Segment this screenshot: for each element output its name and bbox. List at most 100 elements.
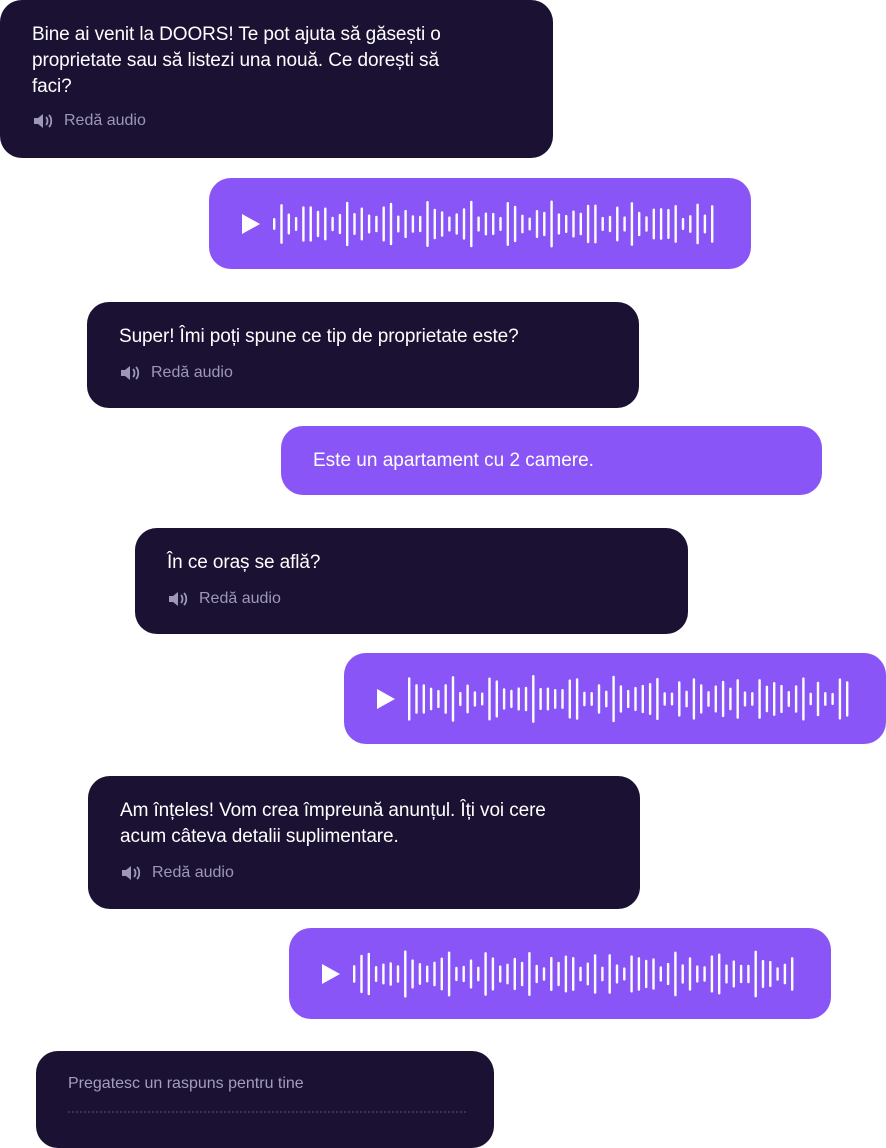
waveform-bar [623, 966, 626, 981]
waveform-bar [535, 964, 538, 983]
waveform-bar [411, 958, 414, 989]
waveform-bar [517, 686, 520, 711]
waveform-bar [546, 686, 550, 711]
voice-message[interactable] [344, 653, 886, 744]
waveform-bar [634, 686, 637, 711]
waveform-bar [338, 213, 342, 234]
waveform-bar [678, 680, 681, 717]
play-audio-link[interactable]: Redă audio [32, 112, 521, 130]
audio-label: Redă audio [152, 864, 234, 881]
waveform-bar [689, 214, 692, 233]
waveform-bar [597, 683, 601, 714]
waveform-bar [802, 676, 805, 721]
waveform-bar [550, 200, 553, 247]
play-icon[interactable] [374, 688, 396, 710]
waveform-bar [528, 216, 531, 231]
waveform-bar [510, 689, 513, 708]
waveform-bar [794, 684, 798, 713]
waveform-bar [543, 211, 546, 236]
waveform-bar [481, 691, 484, 706]
waveform-bar [688, 956, 692, 991]
waveform-bar [488, 676, 491, 721]
waveform-bar [316, 210, 320, 237]
waveform-bar [824, 691, 827, 706]
waveform-bar [656, 677, 659, 720]
bot-message: În ce oraș se află? Redă audio [135, 528, 688, 634]
typing-dots [68, 1111, 466, 1113]
waveform-bar [765, 685, 769, 712]
waveform-bar [448, 215, 451, 232]
play-audio-link[interactable]: Redă audio [120, 864, 608, 882]
waveform-bar [404, 209, 407, 238]
waveform-bar [780, 684, 783, 713]
waveform-bar [469, 958, 473, 989]
waveform-bar [360, 206, 363, 241]
waveform-bar [542, 966, 546, 981]
waveform-bar [429, 687, 433, 710]
waveform-bar [846, 680, 849, 717]
waveform-bar [502, 687, 506, 710]
waveform-bar [396, 964, 400, 983]
waveform-bar [616, 206, 619, 241]
waveform-bar [751, 691, 754, 706]
waveform-bar [579, 212, 582, 235]
waveform-bar [462, 207, 466, 240]
waveform-bar [758, 678, 761, 719]
waveform-bar [743, 690, 747, 707]
audio-label: Redă audio [199, 590, 281, 607]
typing-indicator: Pregatesc un raspuns pentru tine [36, 1051, 494, 1148]
waveform-bar [554, 688, 557, 709]
waveform-bar [732, 959, 735, 988]
waveform-bar [710, 954, 714, 993]
waveform-bar [470, 200, 473, 247]
message-text: În ce oraș se află? [167, 552, 321, 573]
waveform-bar [645, 215, 648, 232]
waveform-bar [367, 952, 370, 995]
waveform-bar [700, 683, 703, 714]
play-icon[interactable] [319, 963, 341, 985]
waveform-bar [648, 682, 652, 715]
waveform-bar [550, 956, 553, 991]
waveform-bar [674, 204, 677, 243]
voice-message[interactable] [289, 928, 831, 1019]
waveform-bar [667, 208, 670, 239]
waveform-bar [601, 216, 604, 231]
waveform-bar [575, 677, 579, 720]
play-icon[interactable] [239, 213, 261, 235]
waveform-bar [506, 201, 509, 246]
waveform-bar [666, 962, 670, 985]
waveform-bar [659, 207, 663, 240]
waveform-bar [437, 689, 440, 708]
waveform-bar [535, 209, 539, 238]
waveform-bar [583, 691, 586, 706]
message-text: Super! Îmi poți spune ce tip de propriet… [119, 326, 519, 347]
play-audio-link[interactable]: Redă audio [119, 364, 607, 382]
waveform-bar [608, 953, 611, 994]
waveform-bar [579, 966, 582, 981]
audio-label: Redă audio [64, 112, 146, 129]
waveform-bar [838, 677, 842, 720]
waveform-bar [627, 689, 630, 708]
waveform-bar [761, 959, 765, 988]
waveform-bar [433, 208, 436, 239]
waveform-bar [422, 683, 425, 714]
waveform-bar [532, 674, 535, 723]
bot-message: Am înțeles! Vom crea împreună anunțul. Î… [88, 776, 640, 909]
waveform [353, 949, 794, 998]
waveform-bar [411, 214, 415, 233]
waveform-bar [601, 966, 604, 981]
waveform-bar [513, 205, 517, 242]
play-audio-link[interactable]: Redă audio [167, 590, 656, 608]
waveform-bar [736, 678, 739, 719]
waveform-bar [630, 954, 633, 993]
waveform-bar [747, 964, 750, 983]
waveform-bar [524, 686, 528, 711]
voice-message[interactable] [209, 178, 751, 269]
waveform-bar [590, 691, 593, 706]
waveform-bar [707, 690, 710, 707]
waveform-bar [382, 205, 385, 242]
speaker-icon [34, 114, 53, 128]
waveform-bar [718, 952, 721, 995]
waveform-bar [451, 675, 455, 722]
waveform-bar [696, 964, 699, 983]
